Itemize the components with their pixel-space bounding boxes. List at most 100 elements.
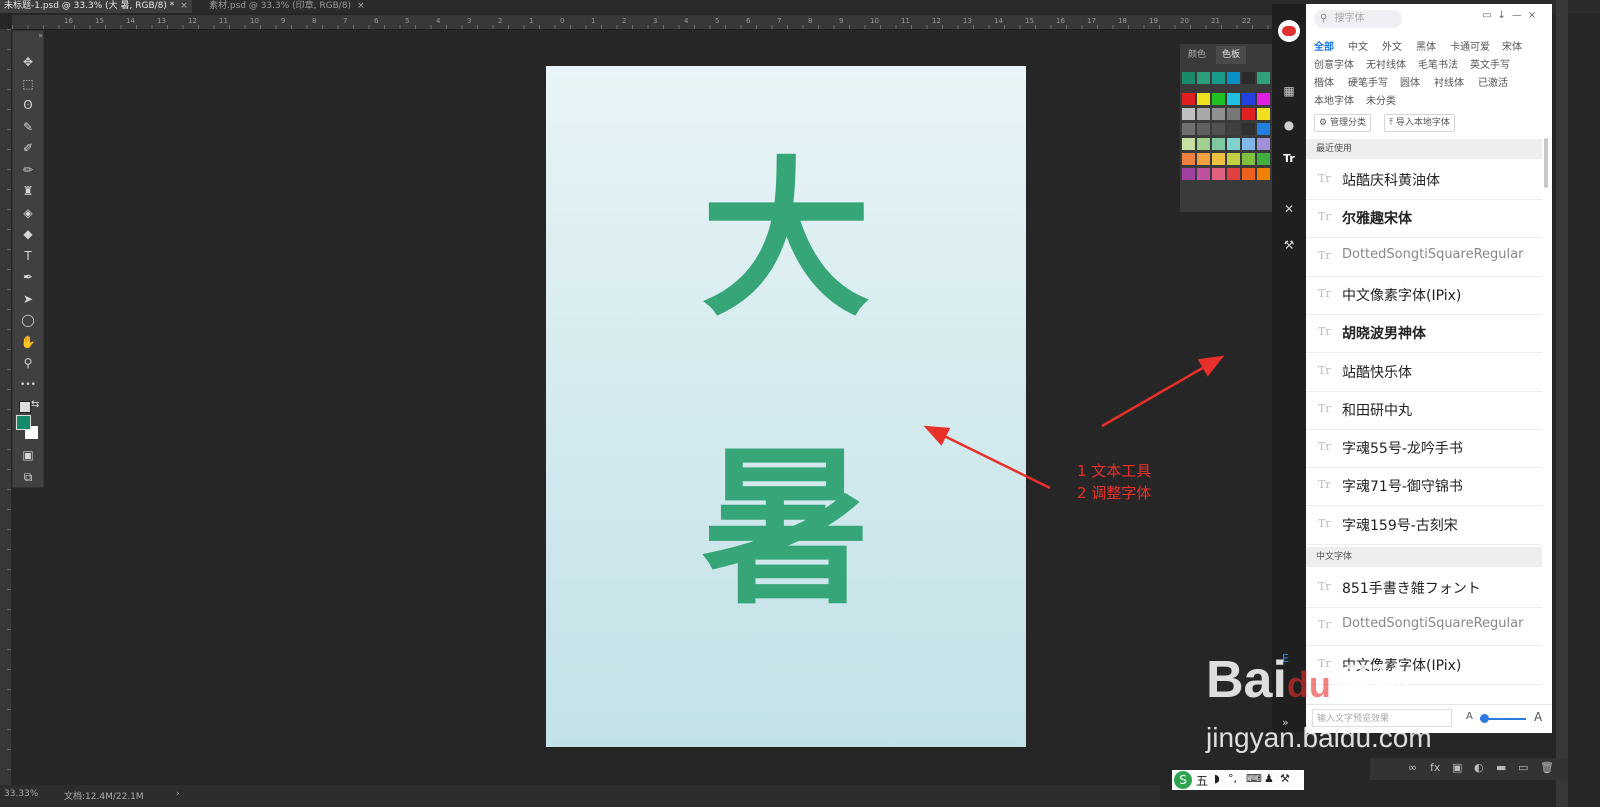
color-swatch[interactable] (1257, 168, 1270, 180)
color-swatch[interactable] (1182, 123, 1195, 135)
font-search-input[interactable]: ⚲ 搜字体 (1314, 10, 1402, 28)
color-swatch[interactable] (1212, 138, 1225, 150)
color-swatch[interactable] (1197, 93, 1210, 105)
keyboard-icon[interactable]: ⌨ (1246, 772, 1262, 785)
font-list-item[interactable]: Tr 中文像素字体(IPix) (1306, 276, 1542, 315)
color-swatch[interactable] (1212, 108, 1225, 120)
color-swatch[interactable] (1242, 108, 1255, 120)
tab-color[interactable]: 颜色 (1182, 46, 1212, 64)
font-list-item[interactable]: Tr 字魂159号-古刻宋 (1306, 506, 1542, 545)
color-swatch[interactable] (1182, 168, 1195, 180)
category-3-1[interactable]: 未分类 (1366, 92, 1396, 107)
adjustment-icon[interactable]: ◐ (1474, 761, 1484, 774)
font-list-item[interactable]: Tr 站酷庆科黄油体 (1306, 161, 1542, 200)
color-swatch[interactable] (1182, 93, 1195, 105)
color-swatch[interactable] (1227, 138, 1240, 150)
color-swatch[interactable] (1197, 123, 1210, 135)
user-icon[interactable]: ♟ (1264, 772, 1274, 785)
color-swatch[interactable] (1182, 138, 1195, 150)
category-1-3[interactable]: 英文手写 (1470, 56, 1510, 71)
tab-swatches[interactable]: 色板 (1216, 46, 1247, 64)
new-group-icon[interactable]: ▬ (1496, 761, 1506, 774)
color-swatch[interactable] (1242, 123, 1255, 135)
color-swatch[interactable] (1242, 153, 1255, 165)
color-swatch[interactable] (1212, 123, 1225, 135)
color-swatch[interactable] (1227, 168, 1240, 180)
status-arrow-icon[interactable]: › (176, 789, 180, 799)
color-swatch[interactable] (1197, 138, 1210, 150)
pin-icon[interactable]: ↓ (1497, 10, 1505, 21)
avatar[interactable] (1278, 20, 1300, 42)
color-swatch[interactable] (1257, 72, 1270, 84)
category-0-4[interactable]: 卡通可爱 (1450, 38, 1490, 53)
font-list-item[interactable]: Tr 胡晓波男神体 (1306, 314, 1542, 354)
color-swatch[interactable] (1197, 108, 1210, 120)
category-1-0[interactable]: 创意字体 (1314, 56, 1354, 71)
category-2-0[interactable]: 楷体 (1314, 74, 1334, 89)
restore-icon[interactable]: ▭ (1482, 10, 1491, 21)
category-0-3[interactable]: 黑体 (1416, 38, 1436, 53)
new-layer-icon[interactable]: ▭ (1518, 761, 1528, 774)
link-layers-icon[interactable]: ∞ (1408, 761, 1417, 774)
color-swatch[interactable] (1227, 108, 1240, 120)
import-local-font-button[interactable]: ⤒ 导入本地字体 (1384, 114, 1455, 132)
category-2-2[interactable]: 圆体 (1400, 74, 1420, 89)
font-list-item[interactable]: Tr DottedSongtiSquareRegular (1306, 607, 1542, 647)
category-0-0[interactable]: 全部 (1314, 38, 1334, 53)
ime-half-width-icon[interactable]: ◗ (1214, 772, 1220, 785)
color-swatch[interactable] (1212, 153, 1225, 165)
zoom-level[interactable]: 33.33% (4, 789, 38, 799)
font-list-item[interactable]: Tr DottedSongtiSquareRegular (1306, 238, 1542, 277)
color-swatch[interactable] (1242, 168, 1255, 180)
color-swatch[interactable] (1257, 108, 1270, 120)
color-swatch[interactable] (1257, 93, 1270, 105)
color-swatch[interactable] (1227, 153, 1240, 165)
category-1-2[interactable]: 毛笔书法 (1418, 56, 1458, 71)
color-swatch[interactable] (1182, 153, 1195, 165)
category-0-2[interactable]: 外文 (1382, 38, 1402, 53)
color-swatch[interactable] (1212, 168, 1225, 180)
minimize-icon[interactable]: — (1512, 10, 1522, 21)
color-swatch[interactable] (1257, 123, 1270, 135)
ime-mode-label[interactable]: 五 (1196, 772, 1208, 789)
close-icon[interactable]: × (1528, 10, 1536, 21)
category-0-1[interactable]: 中文 (1348, 38, 1368, 53)
trash-icon[interactable]: 🗑 (1540, 761, 1554, 774)
color-swatch[interactable] (1197, 72, 1210, 84)
font-list-item[interactable]: Tr 字魂55号-龙吟手书 (1306, 429, 1542, 469)
color-swatch[interactable] (1227, 72, 1240, 84)
color-swatch[interactable] (1257, 153, 1270, 165)
font-list-item[interactable]: Tr 站酷快乐体 (1306, 353, 1542, 392)
category-2-4[interactable]: 已激活 (1478, 74, 1508, 89)
color-swatch[interactable] (1227, 93, 1240, 105)
category-1-1[interactable]: 无衬线体 (1366, 56, 1406, 71)
category-0-5[interactable]: 宋体 (1502, 38, 1522, 53)
ime-logo-icon[interactable]: S (1174, 771, 1192, 789)
font-list-item[interactable]: Tr 尔雅趣宋体 (1306, 199, 1542, 239)
ime-settings-icon[interactable]: ⚒ (1280, 772, 1290, 785)
category-3-0[interactable]: 本地字体 (1314, 92, 1354, 107)
color-swatch[interactable] (1242, 93, 1255, 105)
color-swatch[interactable] (1242, 138, 1255, 150)
font-list-item[interactable]: Tr 和田研中丸 (1306, 391, 1542, 430)
font-list-item[interactable]: Tr 字魂71号-御守锦书 (1306, 467, 1542, 507)
category-2-3[interactable]: 衬线体 (1434, 74, 1464, 89)
panel-scrollbar[interactable] (1544, 138, 1548, 188)
color-swatch[interactable] (1212, 72, 1225, 84)
wrench-icon[interactable]: ⚒ (1280, 236, 1298, 254)
color-swatch[interactable] (1257, 138, 1270, 150)
color-swatch[interactable] (1182, 72, 1195, 84)
color-swatch[interactable] (1197, 168, 1210, 180)
fx-icon[interactable]: fx (1430, 761, 1440, 774)
color-swatch[interactable] (1197, 153, 1210, 165)
color-swatch[interactable] (1182, 108, 1195, 120)
grid-icon[interactable]: ▦ (1280, 82, 1298, 100)
color-swatch[interactable] (1227, 123, 1240, 135)
category-2-1[interactable]: 硬笔手写 (1348, 74, 1388, 89)
add-mask-icon[interactable]: ▣ (1452, 761, 1462, 774)
manage-categories-button[interactable]: ⚙ 管理分类 (1314, 114, 1371, 132)
font-list-item[interactable]: Tr 851手書き雑フォント (1306, 569, 1542, 608)
globe-icon[interactable]: ● (1280, 116, 1298, 134)
ime-punctuation-icon[interactable]: °, (1228, 772, 1237, 785)
color-swatch[interactable] (1242, 72, 1255, 84)
